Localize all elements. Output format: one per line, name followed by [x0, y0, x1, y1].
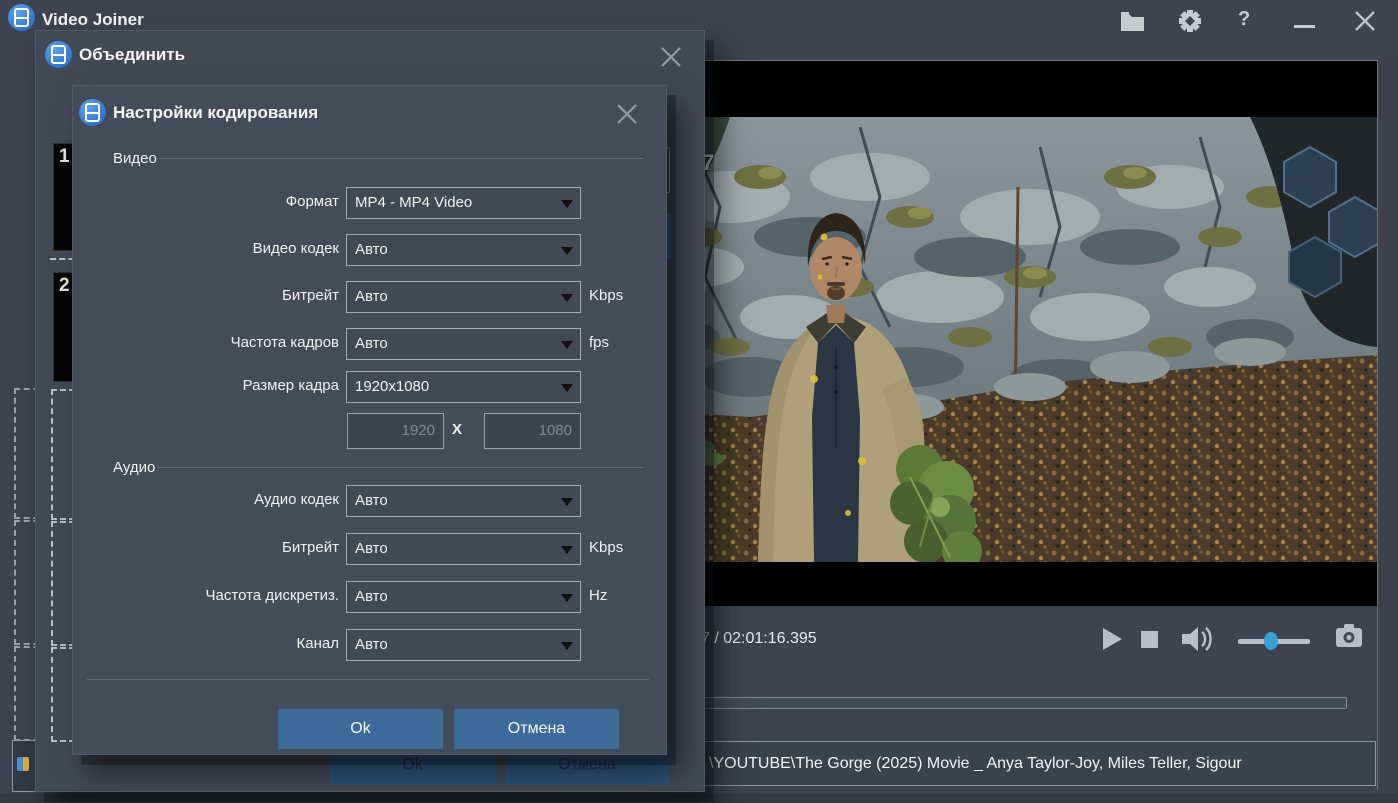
play-icon[interactable] — [1103, 628, 1122, 650]
audio-codec-combobox[interactable]: Авто — [346, 485, 581, 517]
video-bitrate-combobox[interactable]: Авто — [346, 281, 581, 313]
merge-dialog-title: Объединить — [79, 45, 185, 65]
settings-ok-button[interactable]: Ok — [278, 709, 443, 749]
chevron-down-icon — [561, 341, 573, 349]
framerate-combobox[interactable]: Авто — [346, 328, 581, 360]
audio-codec-value: Авто — [355, 492, 388, 509]
minimize-icon[interactable] — [1294, 25, 1315, 28]
background-toolbar-button — [12, 740, 36, 792]
framesize-label: Размер кадра — [113, 377, 339, 394]
app-logo-icon — [8, 4, 35, 31]
stop-icon[interactable] — [1141, 631, 1158, 648]
video-codec-combobox[interactable]: Авто — [346, 234, 581, 266]
channel-label: Канал — [113, 635, 339, 652]
frame-width-input[interactable]: 1920 — [347, 413, 444, 449]
framesize-combobox[interactable]: 1920x1080 — [346, 371, 581, 403]
video-codec-value: Авто — [355, 241, 388, 258]
channel-value: Авто — [355, 636, 388, 653]
audio-bitrate-value: Авто — [355, 540, 388, 557]
video-group-label: Видео — [113, 150, 157, 167]
video-bitrate-label: Битрейт — [113, 287, 339, 304]
clip-number: 2 — [59, 275, 70, 297]
samplerate-combobox[interactable]: Авто — [346, 581, 581, 613]
toolbar-button-icon — [17, 757, 29, 771]
file-path-text: \YOUTUBE\The Gorge (2025) Movie _ Anya T… — [709, 755, 1242, 772]
chevron-down-icon — [561, 247, 573, 255]
samplerate-label: Частота дискретиз. — [113, 587, 339, 604]
window-title: Video Joiner — [42, 10, 144, 30]
close-icon[interactable] — [1352, 8, 1378, 34]
samplerate-unit: Hz — [589, 587, 607, 604]
times-label: X — [452, 421, 462, 438]
help-icon[interactable]: ? — [1238, 8, 1250, 31]
seek-bar[interactable] — [655, 697, 1347, 709]
audio-bitrate-unit: Kbps — [589, 539, 623, 556]
open-folder-icon[interactable] — [1120, 11, 1145, 32]
merge-dialog-close-icon[interactable] — [657, 43, 685, 71]
chevron-down-icon — [561, 642, 573, 650]
file-path-field[interactable]: \YOUTUBE\The Gorge (2025) Movie _ Anya T… — [650, 741, 1376, 786]
chevron-down-icon — [561, 498, 573, 506]
window-bottom-edge — [0, 794, 1398, 803]
video-group-line — [159, 158, 643, 159]
right-gutter — [1378, 58, 1398, 803]
chevron-down-icon — [561, 294, 573, 302]
frame-height-input[interactable]: 1080 — [484, 413, 581, 449]
chevron-down-icon — [561, 200, 573, 208]
framerate-label: Частота кадров — [113, 334, 339, 351]
audio-bitrate-label: Битрейт — [113, 539, 339, 556]
framesize-value: 1920x1080 — [355, 378, 429, 395]
audio-codec-label: Аудио кодек — [113, 491, 339, 508]
audio-group-line — [157, 467, 643, 468]
format-label: Формат — [113, 193, 339, 210]
settings-dialog-title: Настройки кодирования — [113, 103, 318, 123]
video-bitrate-value: Авто — [355, 288, 388, 305]
settings-dialog-icon — [79, 99, 106, 126]
chevron-down-icon — [561, 384, 573, 392]
framerate-unit: fps — [589, 334, 609, 351]
chevron-down-icon — [561, 546, 573, 554]
format-value: MP4 - MP4 Video — [355, 194, 472, 211]
framerate-value: Авто — [355, 335, 388, 352]
video-frame — [610, 117, 1377, 562]
settings-gear-icon[interactable] — [1178, 9, 1202, 33]
snapshot-camera-icon[interactable] — [1336, 624, 1364, 648]
chevron-down-icon — [561, 594, 573, 602]
clip-number: 1 — [59, 146, 70, 168]
video-codec-label: Видео кодек — [113, 240, 339, 257]
audio-bitrate-combobox[interactable]: Авто — [346, 533, 581, 565]
speaker-icon[interactable] — [1182, 624, 1218, 654]
video-bitrate-unit: Kbps — [589, 287, 623, 304]
channel-combobox[interactable]: Авто — [346, 629, 581, 661]
samplerate-value: Авто — [355, 588, 388, 605]
playback-time: 7 / 02:01:16.395 — [701, 630, 817, 648]
encoding-settings-dialog: Настройки кодирования Видео Формат MP4 -… — [72, 85, 667, 755]
settings-dialog-close-icon[interactable] — [613, 100, 641, 128]
merge-dialog-icon — [45, 41, 72, 68]
volume-slider-thumb[interactable] — [1264, 632, 1278, 650]
format-combobox[interactable]: MP4 - MP4 Video — [346, 187, 581, 219]
audio-group-label: Аудио — [113, 459, 155, 476]
settings-cancel-button[interactable]: Отмена — [454, 709, 619, 749]
footer-divider — [87, 679, 649, 680]
